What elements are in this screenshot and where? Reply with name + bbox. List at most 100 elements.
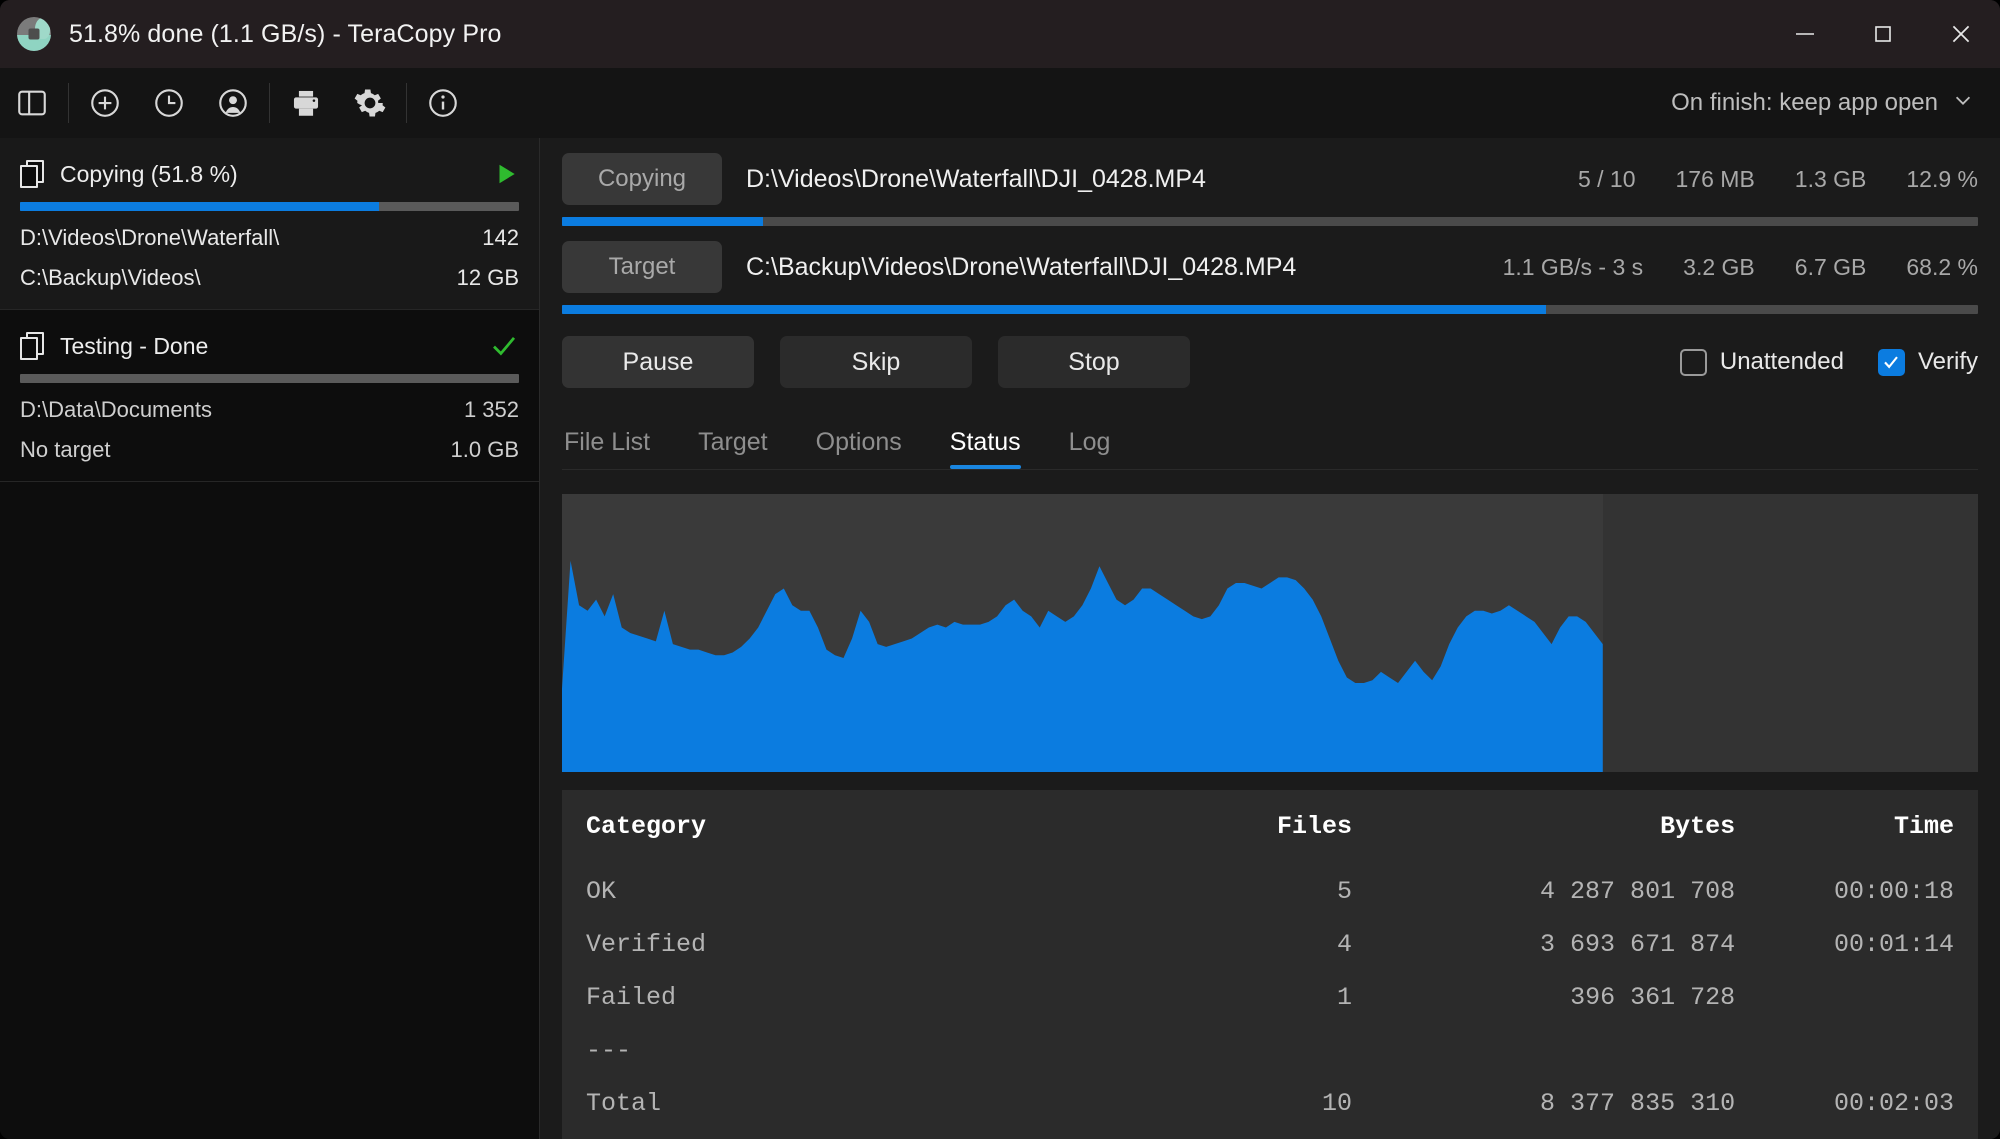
unattended-checkbox-box bbox=[1680, 349, 1707, 376]
tab-options[interactable]: Options bbox=[816, 428, 902, 469]
target-stat-total: 6.7 GB bbox=[1795, 254, 1867, 281]
stats-table: Category Files Bytes Time OK54 287 801 7… bbox=[586, 812, 1954, 1130]
teracopy-window: 51.8% done (1.1 GB/s) - TeraCopy Pro bbox=[0, 0, 2000, 1139]
job-target-row: C:\Backup\Videos\ 12 GB bbox=[20, 265, 519, 291]
cell-time bbox=[1735, 971, 1954, 1024]
cell-files: 4 bbox=[1106, 918, 1352, 971]
tab-target[interactable]: Target bbox=[698, 428, 767, 469]
target-stat-current: 3.2 GB bbox=[1683, 254, 1755, 281]
job-target-row-2: No target 1.0 GB bbox=[20, 437, 519, 463]
minimize-icon[interactable] bbox=[1766, 0, 1844, 68]
cell-time: 00:02:03 bbox=[1735, 1077, 1954, 1130]
header-files: Files bbox=[1106, 812, 1352, 865]
job-target-path: No target bbox=[20, 437, 111, 463]
tab-status[interactable]: Status bbox=[950, 428, 1021, 469]
table-row: Total108 377 835 31000:02:03 bbox=[586, 1077, 1954, 1130]
table-row: Failed1396 361 728 bbox=[586, 971, 1954, 1024]
job-progress-bar bbox=[20, 202, 519, 211]
plus-circle-icon[interactable] bbox=[73, 68, 137, 138]
on-finish-label: On finish: keep app open bbox=[1671, 89, 1938, 117]
source-progress-bar bbox=[562, 217, 1978, 226]
cell-time: 00:00:18 bbox=[1735, 865, 1954, 918]
job-target-size: 12 GB bbox=[457, 265, 519, 291]
header-time: Time bbox=[1735, 812, 1954, 865]
cell-bytes: 3 693 671 874 bbox=[1352, 918, 1735, 971]
skip-button[interactable]: Skip bbox=[780, 336, 972, 388]
job-target-path: C:\Backup\Videos\ bbox=[20, 265, 201, 291]
cell-bytes bbox=[1352, 1024, 1735, 1077]
target-stat-speed: 1.1 GB/s - 3 s bbox=[1503, 254, 1644, 281]
action-bar: Pause Skip Stop Unattended Verify bbox=[562, 336, 1978, 388]
table-row: OK54 287 801 70800:00:18 bbox=[586, 865, 1954, 918]
close-icon[interactable] bbox=[1922, 0, 2000, 68]
source-stat-count: 5 / 10 bbox=[1578, 166, 1636, 193]
cell-files bbox=[1106, 1024, 1352, 1077]
panel-toggle-icon[interactable] bbox=[0, 68, 64, 138]
unattended-checkbox[interactable]: Unattended bbox=[1680, 348, 1844, 376]
job-progress-bar-2 bbox=[20, 374, 519, 383]
clock-circle-icon[interactable] bbox=[137, 68, 201, 138]
toolbar-divider bbox=[68, 83, 69, 123]
printer-icon[interactable] bbox=[274, 68, 338, 138]
cell-time bbox=[1735, 1024, 1954, 1077]
window-title: 51.8% done (1.1 GB/s) - TeraCopy Pro bbox=[69, 20, 502, 49]
cell-bytes: 396 361 728 bbox=[1352, 971, 1735, 1024]
on-finish-dropdown[interactable]: On finish: keep app open bbox=[1671, 89, 1974, 118]
verify-label: Verify bbox=[1918, 348, 1978, 376]
cell-files: 5 bbox=[1106, 865, 1352, 918]
maximize-icon[interactable] bbox=[1844, 0, 1922, 68]
title-bar: 51.8% done (1.1 GB/s) - TeraCopy Pro bbox=[0, 0, 2000, 68]
tab-log[interactable]: Log bbox=[1069, 428, 1111, 469]
play-triangle-icon[interactable] bbox=[493, 161, 519, 187]
source-stat-current: 176 MB bbox=[1676, 166, 1755, 193]
source-stat-total: 1.3 GB bbox=[1795, 166, 1867, 193]
cell-category: Failed bbox=[586, 971, 1106, 1024]
job-target-size: 1.0 GB bbox=[451, 437, 519, 463]
cell-category: --- bbox=[586, 1024, 1106, 1077]
info-circle-icon[interactable] bbox=[411, 68, 475, 138]
header-category: Category bbox=[586, 812, 1106, 865]
app-logo-icon bbox=[17, 17, 51, 51]
stats-table-container: Category Files Bytes Time OK54 287 801 7… bbox=[562, 790, 1978, 1139]
copy-files-icon bbox=[20, 160, 46, 188]
body: Copying (51.8 %) D:\Videos\Drone\Waterfa… bbox=[0, 138, 2000, 1139]
job-title: Testing - Done bbox=[60, 333, 208, 360]
job-source-path: D:\Videos\Drone\Waterfall\ bbox=[20, 225, 279, 251]
cell-category: Verified bbox=[586, 918, 1106, 971]
toolbar-divider-2 bbox=[269, 83, 270, 123]
job-header-2: Testing - Done bbox=[20, 324, 519, 368]
source-stat-percent: 12.9 % bbox=[1906, 166, 1978, 193]
job-source-path: D:\Data\Documents bbox=[20, 397, 212, 423]
sidebar-job-copying[interactable]: Copying (51.8 %) D:\Videos\Drone\Waterfa… bbox=[0, 138, 539, 310]
chart-area-series bbox=[562, 494, 1978, 772]
verify-checkbox-box bbox=[1878, 349, 1905, 376]
verify-checkbox[interactable]: Verify bbox=[1878, 348, 1978, 376]
job-header: Copying (51.8 %) bbox=[20, 152, 519, 196]
speed-chart bbox=[562, 494, 1978, 772]
table-header-row: Category Files Bytes Time bbox=[586, 812, 1954, 865]
job-title: Copying (51.8 %) bbox=[60, 161, 238, 188]
tab-file-list[interactable]: File List bbox=[564, 428, 650, 469]
gear-icon[interactable] bbox=[338, 68, 402, 138]
chevron-down-icon bbox=[1952, 89, 1974, 118]
job-source-count: 1 352 bbox=[464, 397, 519, 423]
cell-bytes: 4 287 801 708 bbox=[1352, 865, 1735, 918]
pause-button[interactable]: Pause bbox=[562, 336, 754, 388]
target-chip: Target bbox=[562, 241, 722, 293]
source-path: D:\Videos\Drone\Waterfall\DJI_0428.MP4 bbox=[746, 165, 1206, 194]
stop-button[interactable]: Stop bbox=[998, 336, 1190, 388]
target-progress-bar bbox=[562, 305, 1978, 314]
header-bytes: Bytes bbox=[1352, 812, 1735, 865]
job-source-count: 142 bbox=[482, 225, 519, 251]
sidebar-job-testing[interactable]: Testing - Done D:\Data\Documents 1 352 N… bbox=[0, 310, 539, 482]
unattended-label: Unattended bbox=[1720, 348, 1844, 376]
target-stat-percent: 68.2 % bbox=[1906, 254, 1978, 281]
cell-category: OK bbox=[586, 865, 1106, 918]
user-circle-icon[interactable] bbox=[201, 68, 265, 138]
check-icon bbox=[489, 331, 519, 361]
option-checkboxes: Unattended Verify bbox=[1646, 348, 1978, 376]
job-sidebar: Copying (51.8 %) D:\Videos\Drone\Waterfa… bbox=[0, 138, 540, 1139]
main-panel: Copying D:\Videos\Drone\Waterfall\DJI_04… bbox=[540, 138, 2000, 1139]
job-source-row-2: D:\Data\Documents 1 352 bbox=[20, 397, 519, 423]
cell-bytes: 8 377 835 310 bbox=[1352, 1077, 1735, 1130]
